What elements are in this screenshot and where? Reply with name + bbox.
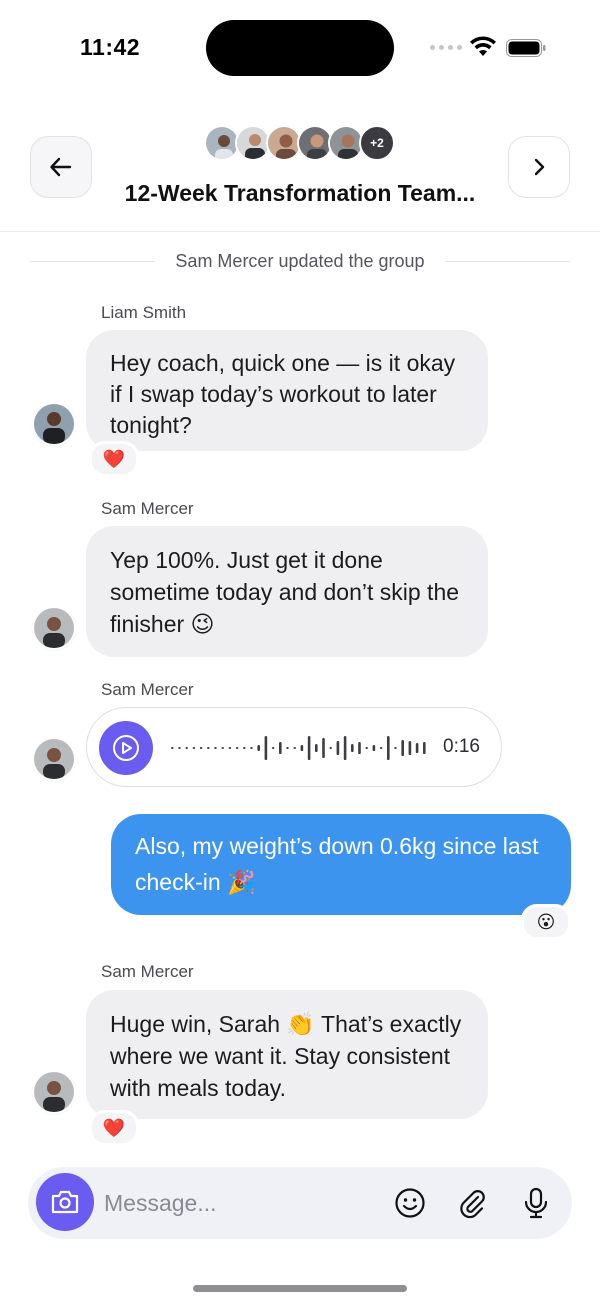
avatar[interactable] (34, 608, 74, 648)
camera-button[interactable] (36, 1173, 94, 1231)
avatar[interactable] (34, 404, 74, 444)
voice-waveform[interactable] (171, 734, 431, 762)
waveform-bar (415, 743, 419, 753)
reaction-badge[interactable]: ❤️ (89, 441, 139, 477)
play-icon (113, 735, 139, 761)
waveform-bar (315, 744, 318, 752)
back-button[interactable] (30, 136, 92, 198)
waveform-bar (336, 741, 340, 755)
attach-button[interactable] (454, 1185, 490, 1221)
group-title[interactable]: 12-Week Transformation Team... (110, 180, 490, 207)
sender-name: Sam Mercer (101, 680, 194, 699)
waveform-bar (423, 742, 426, 754)
voice-record-button[interactable] (518, 1185, 554, 1221)
heart-reaction: ❤️ (102, 1117, 126, 1139)
chat-header: +2 12-Week Transformation Team... (0, 96, 600, 232)
waveform-bar (343, 736, 347, 760)
message-text: Yep 100%. Just get it done sometime toda… (110, 547, 460, 637)
paperclip-icon (460, 1190, 485, 1219)
back-arrow-icon (50, 157, 72, 177)
waveform-bar (300, 745, 304, 751)
message-text: Hey coach, quick one — is it okay if I s… (110, 350, 456, 438)
message-bubble[interactable]: Yep 100%. Just get it done sometime toda… (86, 526, 488, 657)
sender-name: Sam Mercer (101, 962, 194, 981)
waveform-bar (185, 747, 188, 749)
waveform-bar (257, 745, 260, 751)
message-bubble[interactable]: Huge win, Sarah 👏 That’s exactly where w… (86, 990, 488, 1119)
waveform-bar (307, 736, 311, 760)
waveform-bar (279, 742, 282, 754)
battery-icon (506, 39, 546, 57)
chevron-right-icon (534, 158, 545, 176)
divider (30, 260, 156, 262)
avatar[interactable] (34, 739, 74, 779)
divider (444, 260, 570, 262)
outgoing-message-bubble[interactable]: Also, my weight’s down 0.6kg since last … (111, 814, 571, 915)
camera-icon (51, 1190, 79, 1214)
waveform-bar (192, 747, 196, 749)
waveform-bar (243, 747, 246, 749)
reaction-badge[interactable]: ❤️ (89, 1110, 139, 1146)
reaction-badge[interactable]: 😮 (521, 904, 571, 940)
wifi-icon (470, 36, 496, 56)
microphone-icon (524, 1187, 548, 1219)
waveform-bar (329, 747, 332, 749)
home-indicator[interactable] (193, 1285, 407, 1292)
waveform-bar (394, 747, 397, 749)
message-text: Huge win, Sarah 👏 That’s exactly where w… (110, 1011, 462, 1101)
cellular-signal-icon (430, 45, 462, 50)
waveform-bar (235, 747, 239, 749)
group-members-avatars[interactable]: +2 (204, 125, 395, 161)
voice-message[interactable]: 0:16 (86, 707, 502, 787)
avatar[interactable] (34, 1072, 74, 1112)
waveform-bar (322, 738, 325, 758)
status-bar: 11:42 (0, 0, 600, 96)
sender-name: Liam Smith (101, 303, 187, 322)
emoji-icon (395, 1188, 425, 1218)
waveform-bar (365, 747, 368, 749)
emoji-button[interactable] (392, 1185, 428, 1221)
sender-name: Sam Mercer (101, 499, 194, 518)
message-text: Also, my weight’s down 0.6kg since last … (135, 833, 539, 895)
status-time: 11:42 (80, 34, 141, 60)
voice-duration: 0:16 (443, 736, 480, 757)
message-input[interactable] (104, 1181, 374, 1225)
group-details-button[interactable] (508, 136, 570, 198)
waveform-bar (408, 741, 412, 755)
waveform-bar (171, 747, 174, 749)
waveform-bar (214, 747, 217, 749)
dynamic-island (206, 20, 394, 76)
message-composer (28, 1167, 572, 1239)
waveform-bar (250, 747, 253, 749)
system-notice-text: Sam Mercer updated the group (175, 250, 425, 271)
waveform-bar (264, 736, 268, 760)
waveform-bar (207, 747, 210, 749)
waveform-bar (358, 742, 361, 754)
waveform-bar (387, 736, 390, 760)
waveform-bar (372, 745, 376, 751)
waveform-bar (178, 747, 181, 749)
waveform-bar (286, 747, 289, 749)
waveform-bar (379, 747, 383, 749)
heart-reaction: ❤️ (102, 448, 126, 470)
extra-members-badge[interactable]: +2 (359, 125, 395, 161)
waveform-bar (271, 747, 275, 749)
waveform-bar (228, 747, 232, 749)
waveform-bar (221, 747, 224, 749)
surprised-reaction: 😮 (536, 911, 556, 933)
waveform-bar (401, 740, 404, 756)
message-bubble[interactable]: Hey coach, quick one — is it okay if I s… (86, 330, 488, 451)
waveform-bar (293, 747, 296, 749)
waveform-bar (351, 744, 354, 752)
system-notice: Sam Mercer updated the group (30, 248, 570, 274)
waveform-bar (199, 747, 203, 749)
play-button[interactable] (99, 721, 153, 775)
